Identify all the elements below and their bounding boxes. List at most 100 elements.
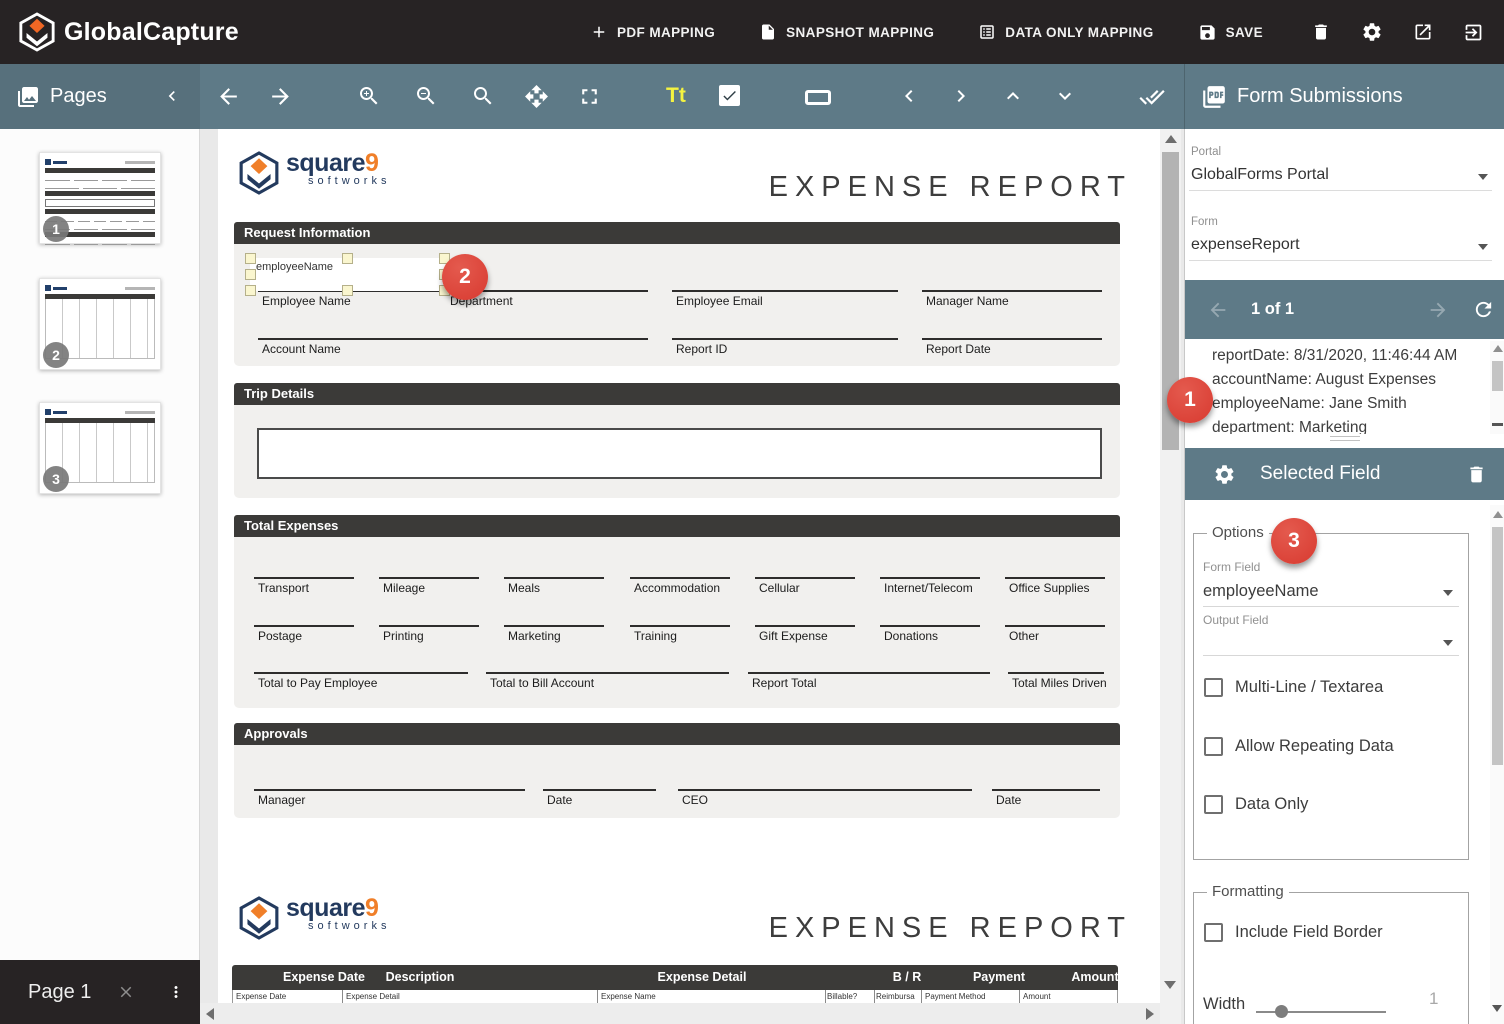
- settings-button[interactable]: [1361, 21, 1383, 43]
- chevron-down-icon[interactable]: [1478, 244, 1488, 250]
- page-thumbnail-2[interactable]: 2: [39, 278, 161, 370]
- form-field-marketing[interactable]: Marketing: [504, 625, 604, 643]
- form-field-training[interactable]: Training: [630, 625, 730, 643]
- go-back-button[interactable]: [216, 84, 241, 109]
- form-field-report-id[interactable]: Report ID: [672, 338, 898, 356]
- form-field-gift-expense[interactable]: Gift Expense: [755, 625, 855, 643]
- form-field-internet-telecom[interactable]: Internet/Telecom: [880, 577, 980, 595]
- resize-handle-sw[interactable]: [245, 285, 256, 296]
- multiline-checkbox-row[interactable]: Multi-Line / Textarea: [1204, 678, 1383, 697]
- apply-all-button[interactable]: [1139, 84, 1165, 110]
- next-submission-button[interactable]: [1427, 299, 1449, 321]
- checkbox-unchecked[interactable]: [1204, 737, 1223, 756]
- selected-field-overlay[interactable]: employeeName: [250, 258, 445, 291]
- scroll-up-arrow[interactable]: [1493, 511, 1503, 518]
- form-field-manager-signature[interactable]: Manager: [254, 789, 525, 807]
- checkbox-tool-button[interactable]: [719, 85, 740, 106]
- panel-resize-handle[interactable]: [1330, 436, 1360, 444]
- previous-submission-button[interactable]: [1207, 299, 1229, 321]
- form-field-report-date[interactable]: Report Date: [922, 338, 1102, 356]
- scroll-down-arrow[interactable]: [1164, 981, 1176, 989]
- form-field-report-total[interactable]: Report Total: [748, 672, 990, 690]
- form-field-mileage[interactable]: Mileage: [379, 577, 479, 595]
- form-field-postage[interactable]: Postage: [254, 625, 354, 643]
- form-field-employee-email[interactable]: Employee Email: [672, 290, 898, 308]
- form-field-meals[interactable]: Meals: [504, 577, 604, 595]
- form-field-ceo-date[interactable]: Date: [992, 789, 1100, 807]
- data-only-mapping-button[interactable]: DATA ONLY MAPPING: [978, 23, 1153, 41]
- resize-handle-nw[interactable]: [245, 253, 256, 264]
- refresh-button[interactable]: [1472, 298, 1495, 321]
- document-horizontal-scrollbar[interactable]: [200, 1003, 1160, 1024]
- form-field-ceo-signature[interactable]: CEO: [678, 789, 972, 807]
- trip-details-input[interactable]: [257, 428, 1102, 479]
- page-thumbnail-3[interactable]: 3: [39, 402, 161, 494]
- fullscreen-button[interactable]: [577, 84, 602, 109]
- form-select[interactable]: expenseReport: [1191, 236, 1300, 254]
- panel-scrollbar[interactable]: [1490, 505, 1504, 1024]
- resize-handle-w[interactable]: [245, 269, 256, 280]
- resize-handle-s[interactable]: [342, 285, 353, 296]
- move-down-button[interactable]: [1053, 84, 1077, 108]
- checkbox-unchecked[interactable]: [1204, 678, 1223, 697]
- resize-handle-n[interactable]: [342, 253, 353, 264]
- exit-button[interactable]: [1463, 22, 1484, 43]
- delete-field-button[interactable]: [1466, 464, 1487, 485]
- field-border-checkbox-row[interactable]: Include Field Border: [1204, 923, 1383, 942]
- form-field-cellular[interactable]: Cellular: [755, 577, 855, 595]
- go-forward-button[interactable]: [268, 84, 293, 109]
- search-button[interactable]: [471, 84, 495, 108]
- chevron-down-icon[interactable]: [1443, 640, 1453, 646]
- zoom-out-button[interactable]: [414, 84, 438, 108]
- form-field-manager-date[interactable]: Date: [543, 789, 656, 807]
- form-field-donations[interactable]: Donations: [880, 625, 980, 643]
- scroll-up-arrow[interactable]: [1165, 135, 1177, 143]
- form-field-printing[interactable]: Printing: [379, 625, 479, 643]
- scrollbar-thumb[interactable]: [1492, 361, 1503, 391]
- checkbox-unchecked[interactable]: [1204, 923, 1223, 942]
- form-field-total-bill-account[interactable]: Total to Bill Account: [486, 672, 729, 690]
- scroll-right-arrow[interactable]: [1146, 1008, 1154, 1020]
- delete-mapping-button[interactable]: [1311, 22, 1331, 42]
- scrollbar-thumb[interactable]: [1492, 527, 1503, 765]
- chevron-down-icon[interactable]: [1478, 174, 1488, 180]
- pdf-mapping-button[interactable]: PDF MAPPING: [590, 23, 715, 41]
- width-slider-thumb[interactable]: [1275, 1005, 1288, 1018]
- zoom-in-button[interactable]: [357, 84, 381, 108]
- scroll-down-arrow[interactable]: [1492, 1005, 1502, 1012]
- close-page-button[interactable]: [117, 983, 135, 1001]
- text-tool-button[interactable]: Tt: [666, 84, 686, 108]
- open-in-new-button[interactable]: [1413, 22, 1433, 42]
- pan-tool-button[interactable]: [524, 84, 549, 109]
- data-only-checkbox-row[interactable]: Data Only: [1204, 795, 1308, 814]
- scroll-down-arrow[interactable]: [1492, 423, 1503, 426]
- form-field-total-pay-employee[interactable]: Total to Pay Employee: [254, 672, 468, 690]
- form-field-manager-name[interactable]: Manager Name: [922, 290, 1102, 308]
- region-tool-button[interactable]: [805, 90, 831, 105]
- chevron-down-icon[interactable]: [1443, 590, 1453, 596]
- collapse-pages-button[interactable]: [162, 86, 182, 106]
- submission-list-scrollbar[interactable]: [1490, 341, 1504, 434]
- form-field-office-supplies[interactable]: Office Supplies: [1005, 577, 1105, 595]
- form-field-account-name[interactable]: Account Name: [258, 338, 648, 356]
- prev-field-button[interactable]: [897, 84, 921, 108]
- field-settings-button[interactable]: [1213, 463, 1236, 486]
- submission-data-list[interactable]: reportDate: 8/31/2020, 11:46:44 AM accou…: [1185, 339, 1489, 434]
- page-thumbnail-1[interactable]: 1: [39, 152, 161, 244]
- form-field-select[interactable]: employeeName: [1203, 582, 1319, 601]
- form-field-accommodation[interactable]: Accommodation: [630, 577, 730, 595]
- scroll-left-arrow[interactable]: [206, 1008, 214, 1020]
- checkbox-unchecked[interactable]: [1204, 795, 1223, 814]
- form-field-transport[interactable]: Transport: [254, 577, 354, 595]
- form-field-total-miles[interactable]: Total Miles Driven: [1008, 672, 1104, 690]
- move-up-button[interactable]: [1001, 84, 1025, 108]
- document-vertical-scrollbar[interactable]: [1160, 129, 1181, 1024]
- scroll-up-arrow[interactable]: [1493, 345, 1503, 352]
- form-field-other[interactable]: Other: [1005, 625, 1105, 643]
- page-options-button[interactable]: [167, 983, 185, 1001]
- repeating-data-checkbox-row[interactable]: Allow Repeating Data: [1204, 737, 1394, 756]
- portal-select[interactable]: GlobalForms Portal: [1191, 166, 1329, 184]
- save-button[interactable]: SAVE: [1198, 23, 1263, 42]
- snapshot-mapping-button[interactable]: SNAPSHOT MAPPING: [759, 23, 934, 41]
- next-field-button[interactable]: [949, 84, 973, 108]
